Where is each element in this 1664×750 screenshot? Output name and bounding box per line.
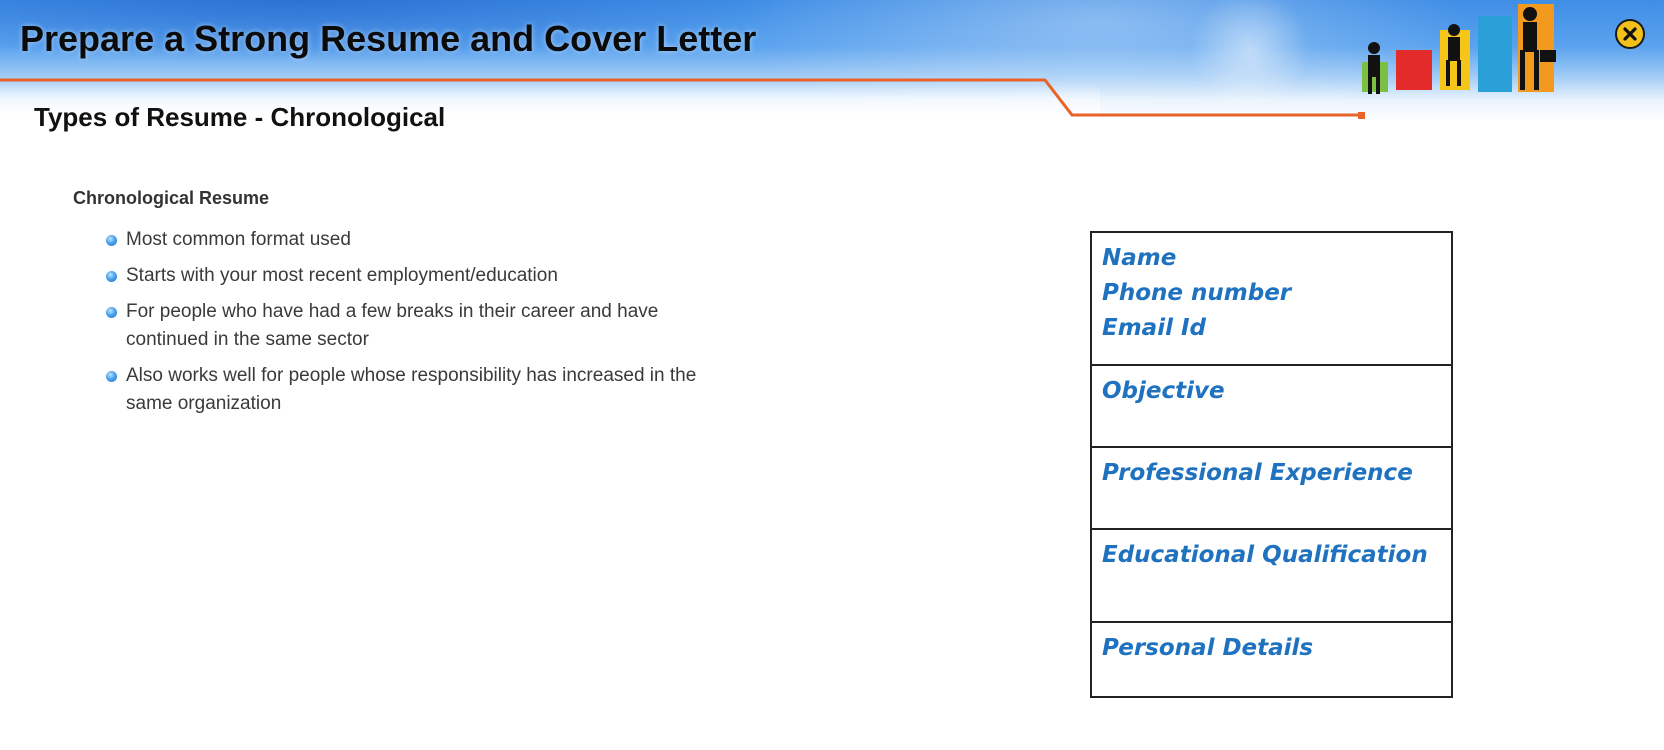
resume-field-phone: Phone number [1102, 280, 1292, 306]
resume-section-objective: Objective [1092, 364, 1451, 446]
bullet-list: Most common format used Starts with your… [104, 226, 744, 426]
bullet-item: Most common format used [104, 226, 744, 254]
resume-section-label: Professional Experience [1102, 460, 1413, 486]
resume-field-email: Email Id [1102, 315, 1206, 341]
bullet-icon [106, 235, 117, 246]
bullet-icon [106, 371, 117, 382]
resume-field-name: Name [1102, 245, 1177, 271]
resume-section-label: Educational Qualification [1102, 542, 1428, 568]
resume-section-contact: Name Phone number Email Id [1092, 233, 1451, 364]
content-heading: Chronological Resume [73, 188, 270, 208]
resume-section-label: Personal Details [1102, 635, 1314, 661]
close-icon [1623, 27, 1637, 41]
resume-section-personal: Personal Details [1092, 621, 1451, 696]
bullet-icon [106, 271, 117, 282]
app-title: Prepare a Strong Resume and Cover Letter [20, 18, 757, 59]
bullet-text: For people who have had a few breaks in … [126, 301, 659, 350]
close-button[interactable] [1615, 19, 1645, 49]
career-figures-illustration [1362, 4, 1556, 94]
resume-section-label: Objective [1102, 378, 1225, 404]
bullet-item: Starts with your most recent employment/… [104, 262, 744, 290]
resume-template-diagram: Name Phone number Email Id Objective Pro… [1090, 231, 1453, 698]
bullet-icon [106, 307, 117, 318]
bullet-text: Also works well for people whose respons… [126, 365, 697, 414]
bullet-text: Starts with your most recent employment/… [126, 265, 558, 286]
bullet-text: Most common format used [126, 229, 351, 250]
resume-section-education: Educational Qualification [1092, 528, 1451, 621]
resume-section-experience: Professional Experience [1092, 446, 1451, 528]
bullet-item: For people who have had a few breaks in … [104, 298, 744, 354]
slide-title: Types of Resume - Chronological [34, 102, 446, 132]
bullet-item: Also works well for people whose respons… [104, 362, 744, 418]
